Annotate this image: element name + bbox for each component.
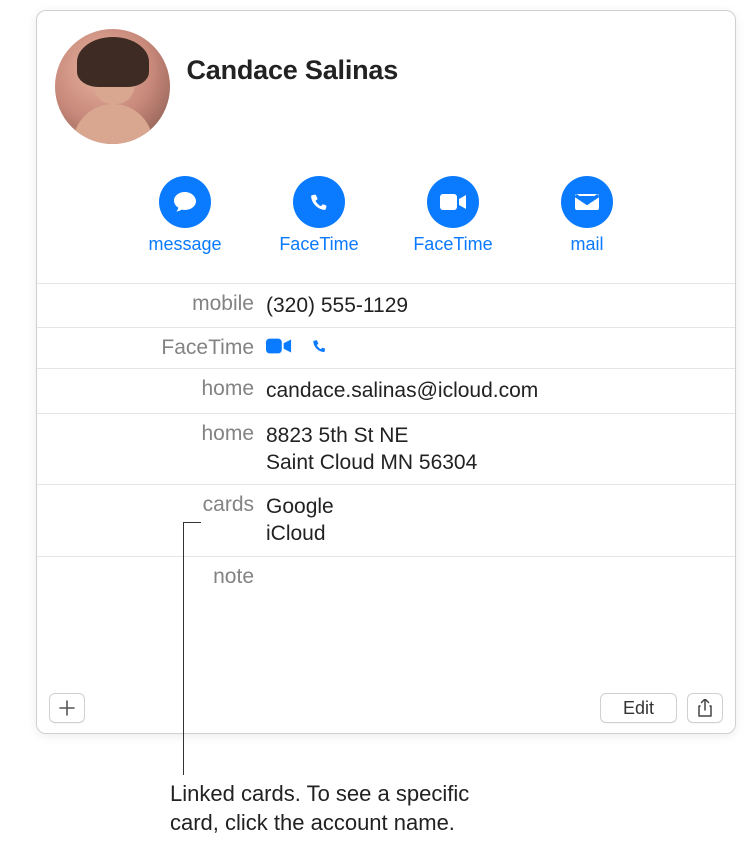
contact-avatar[interactable]	[55, 29, 170, 144]
linked-card-icloud[interactable]: iCloud	[266, 520, 735, 547]
contact-card-window: Candace Salinas message FaceTime FaceTim…	[36, 10, 736, 734]
edit-button[interactable]: Edit	[600, 693, 677, 723]
plus-icon	[59, 700, 75, 716]
card-footer: Edit	[37, 683, 735, 733]
facetime-value	[262, 336, 735, 360]
mobile-row[interactable]: mobile (320) 555-1129	[37, 284, 735, 328]
facetime-audio-label: FaceTime	[279, 234, 358, 255]
email-value: candace.salinas@icloud.com	[262, 377, 735, 404]
address-line1: 8823 5th St NE	[266, 422, 735, 449]
contact-name: Candace Salinas	[186, 55, 398, 86]
facetime-video-action[interactable]: FaceTime	[408, 176, 498, 255]
cards-value: Google iCloud	[262, 493, 735, 548]
facetime-label: FaceTime	[37, 336, 262, 360]
callout-connector	[183, 522, 184, 775]
contact-details: mobile (320) 555-1129 FaceTime home cand…	[37, 283, 735, 597]
mobile-value: (320) 555-1129	[262, 292, 735, 319]
mail-action[interactable]: mail	[542, 176, 632, 255]
message-action[interactable]: message	[140, 176, 230, 255]
message-icon	[159, 176, 211, 228]
email-row[interactable]: home candace.salinas@icloud.com	[37, 369, 735, 413]
cards-row: cards Google iCloud	[37, 485, 735, 557]
phone-icon	[293, 176, 345, 228]
facetime-audio-action[interactable]: FaceTime	[274, 176, 364, 255]
add-button[interactable]	[49, 693, 85, 723]
address-line2: Saint Cloud MN 56304	[266, 449, 735, 476]
contact-name-wrap: Candace Salinas	[186, 29, 398, 86]
message-label: message	[148, 234, 221, 255]
address-row[interactable]: home 8823 5th St NE Saint Cloud MN 56304	[37, 414, 735, 486]
callout-line2: card, click the account name.	[170, 810, 455, 835]
callout-text: Linked cards. To see a specific card, cl…	[170, 780, 585, 837]
facetime-video-label: FaceTime	[413, 234, 492, 255]
cards-label: cards	[37, 493, 262, 548]
video-icon	[427, 176, 479, 228]
contact-actions-row: message FaceTime FaceTime mail	[37, 176, 735, 255]
share-button[interactable]	[687, 693, 723, 723]
callout-line1: Linked cards. To see a specific	[170, 781, 469, 806]
facetime-row: FaceTime	[37, 328, 735, 369]
mobile-label: mobile	[37, 292, 262, 319]
note-row[interactable]: note	[37, 557, 735, 597]
note-label: note	[37, 565, 262, 589]
share-icon	[697, 699, 713, 717]
address-value: 8823 5th St NE Saint Cloud MN 56304	[262, 422, 735, 477]
mail-label: mail	[570, 234, 603, 255]
linked-card-google[interactable]: Google	[266, 493, 735, 520]
facetime-video-small-icon[interactable]	[266, 336, 292, 356]
mail-icon	[561, 176, 613, 228]
facetime-phone-small-icon[interactable]	[306, 336, 332, 356]
note-value	[262, 565, 735, 589]
address-label: home	[37, 422, 262, 477]
contact-header: Candace Salinas	[37, 11, 735, 152]
email-label: home	[37, 377, 262, 404]
